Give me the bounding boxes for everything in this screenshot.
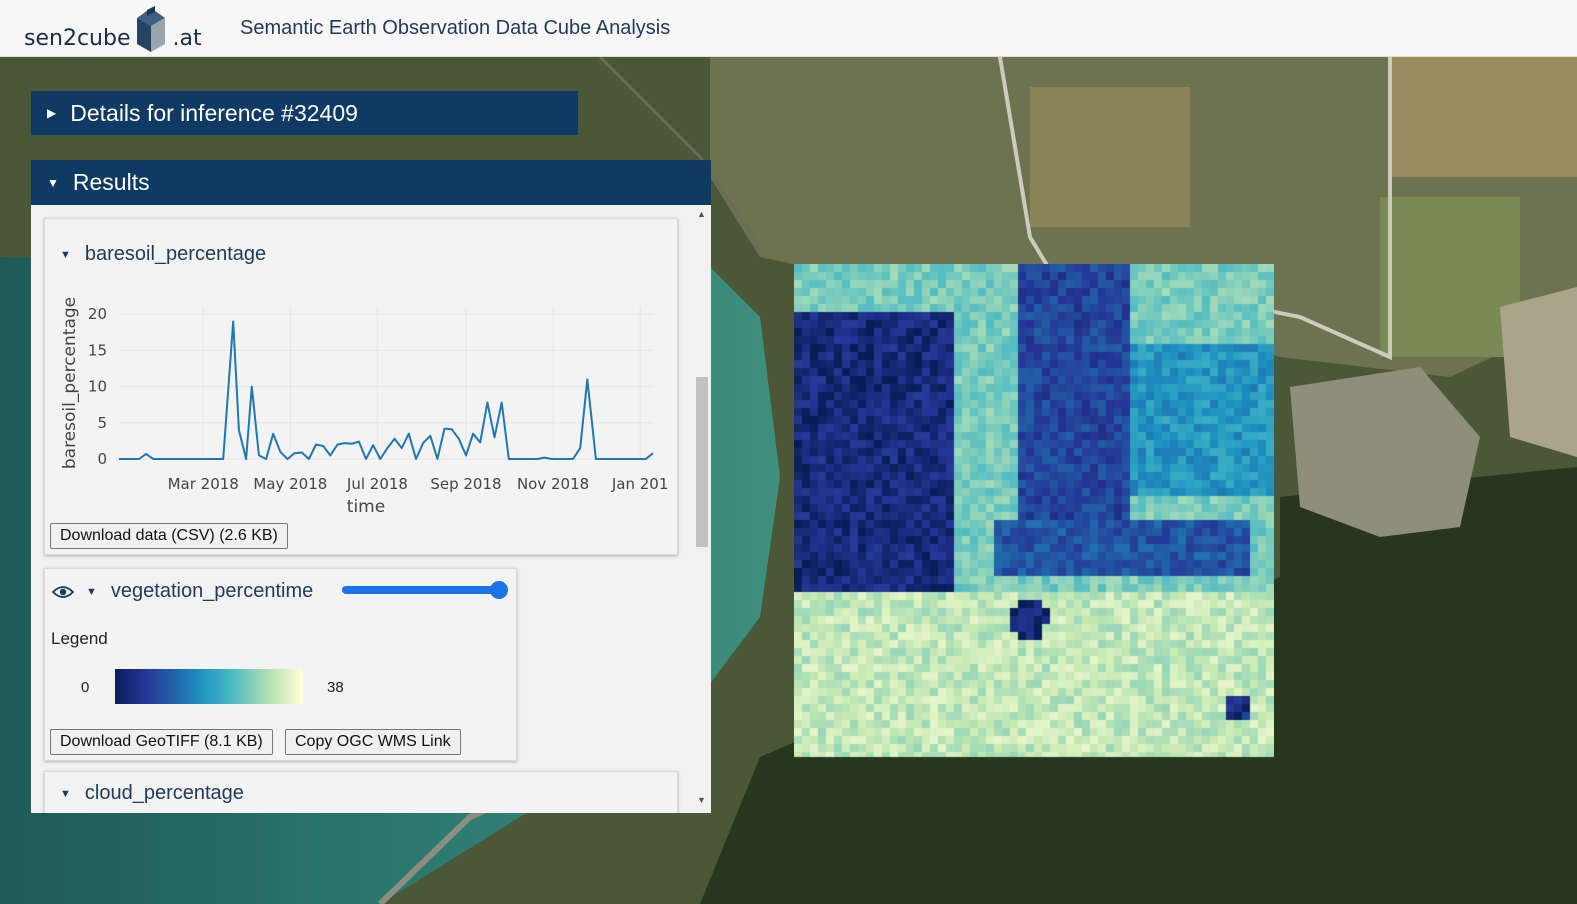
cube-icon: [137, 6, 166, 52]
details-panel-title: Details for inference #32409: [70, 99, 358, 126]
vegetation-card-header[interactable]: ▼ vegetation_percentime: [52, 580, 313, 603]
y-tick-label: 0: [97, 450, 107, 468]
app-title: Semantic Earth Observation Data Cube Ana…: [240, 17, 671, 39]
baresoil-line-chart[interactable]: Mar 2018 May 2018 Jul 2018 Sep 2018 Nov 2018…: [53, 297, 675, 519]
collapse-triangle-icon: ▼: [47, 175, 59, 190]
eye-icon[interactable]: [52, 585, 74, 599]
scroll-down-arrow-icon[interactable]: ▼: [697, 795, 706, 805]
legend-title: Legend: [51, 629, 108, 648]
details-panel-header[interactable]: ▶ Details for inference #32409: [31, 91, 578, 135]
y-tick-label: 10: [88, 378, 107, 396]
baresoil-card: ▼ baresoil_percentage Mar 2018 May 2018 Ju…: [44, 218, 678, 555]
logo[interactable]: sen2cube .at: [24, 4, 202, 54]
results-scrollbar[interactable]: ▲ ▼: [693, 205, 711, 813]
x-tick-label: Nov 2018: [517, 475, 589, 493]
cloud-card: ▼ cloud_percentage: [44, 771, 678, 813]
results-panel-body[interactable]: ▼ baresoil_percentage Mar 2018 May 2018 Ju…: [31, 205, 711, 813]
vegetation-raster-overlay[interactable]: [794, 264, 1274, 765]
baresoil-title: baresoil_percentage: [84, 243, 267, 265]
scroll-up-arrow-icon[interactable]: ▲: [697, 209, 706, 219]
vegetation-card: ▼ vegetation_percentime Legend 0 38 Down…: [44, 568, 517, 761]
download-csv-button[interactable]: Download data (CSV) (2.6 KB): [50, 523, 288, 549]
x-tick-label: Jan 201: [611, 475, 669, 493]
opacity-slider-handle[interactable]: [490, 581, 508, 599]
cloud-card-header[interactable]: ▼ cloud_percentage: [60, 782, 244, 805]
legend-min-value: 0: [81, 679, 90, 696]
x-tick-label: Sep 2018: [430, 475, 501, 493]
y-tick-label: 20: [88, 305, 107, 323]
collapse-triangle-icon: ▼: [60, 787, 71, 800]
download-geotiff-button[interactable]: Download GeoTIFF (8.1 KB): [50, 729, 273, 755]
copy-wms-link-button[interactable]: Copy OGC WMS Link: [285, 729, 461, 755]
top-bar: sen2cube .at Semantic Earth Observation …: [0, 0, 1577, 57]
results-panel-title: Results: [72, 169, 150, 195]
collapse-triangle-icon: ▼: [60, 248, 71, 261]
vegetation-title: vegetation_percentime: [110, 580, 314, 602]
y-tick-label: 5: [97, 414, 107, 432]
baresoil-series-line: [119, 320, 654, 460]
y-axis-title: baresoil_percentage: [60, 297, 80, 469]
y-tick-label: 15: [88, 341, 107, 359]
expand-triangle-icon: ▶: [47, 106, 57, 120]
collapse-triangle-icon: ▼: [86, 585, 97, 598]
opacity-slider[interactable]: [342, 581, 508, 599]
scrollbar-thumb[interactable]: [696, 377, 708, 547]
baresoil-card-header[interactable]: ▼ baresoil_percentage: [60, 243, 266, 266]
x-axis-title: time: [347, 497, 385, 517]
x-tick-label: Mar 2018: [168, 475, 239, 493]
legend-color-ramp: [115, 669, 303, 704]
results-panel-header[interactable]: ▼ Results: [31, 160, 711, 205]
cloud-title: cloud_percentage: [84, 782, 244, 804]
logo-text-left: sen2cube: [24, 26, 131, 51]
legend-max-value: 38: [327, 679, 344, 696]
x-tick-label: May 2018: [253, 475, 327, 493]
x-tick-label: Jul 2018: [346, 475, 408, 493]
logo-text-right: .at: [172, 26, 202, 51]
